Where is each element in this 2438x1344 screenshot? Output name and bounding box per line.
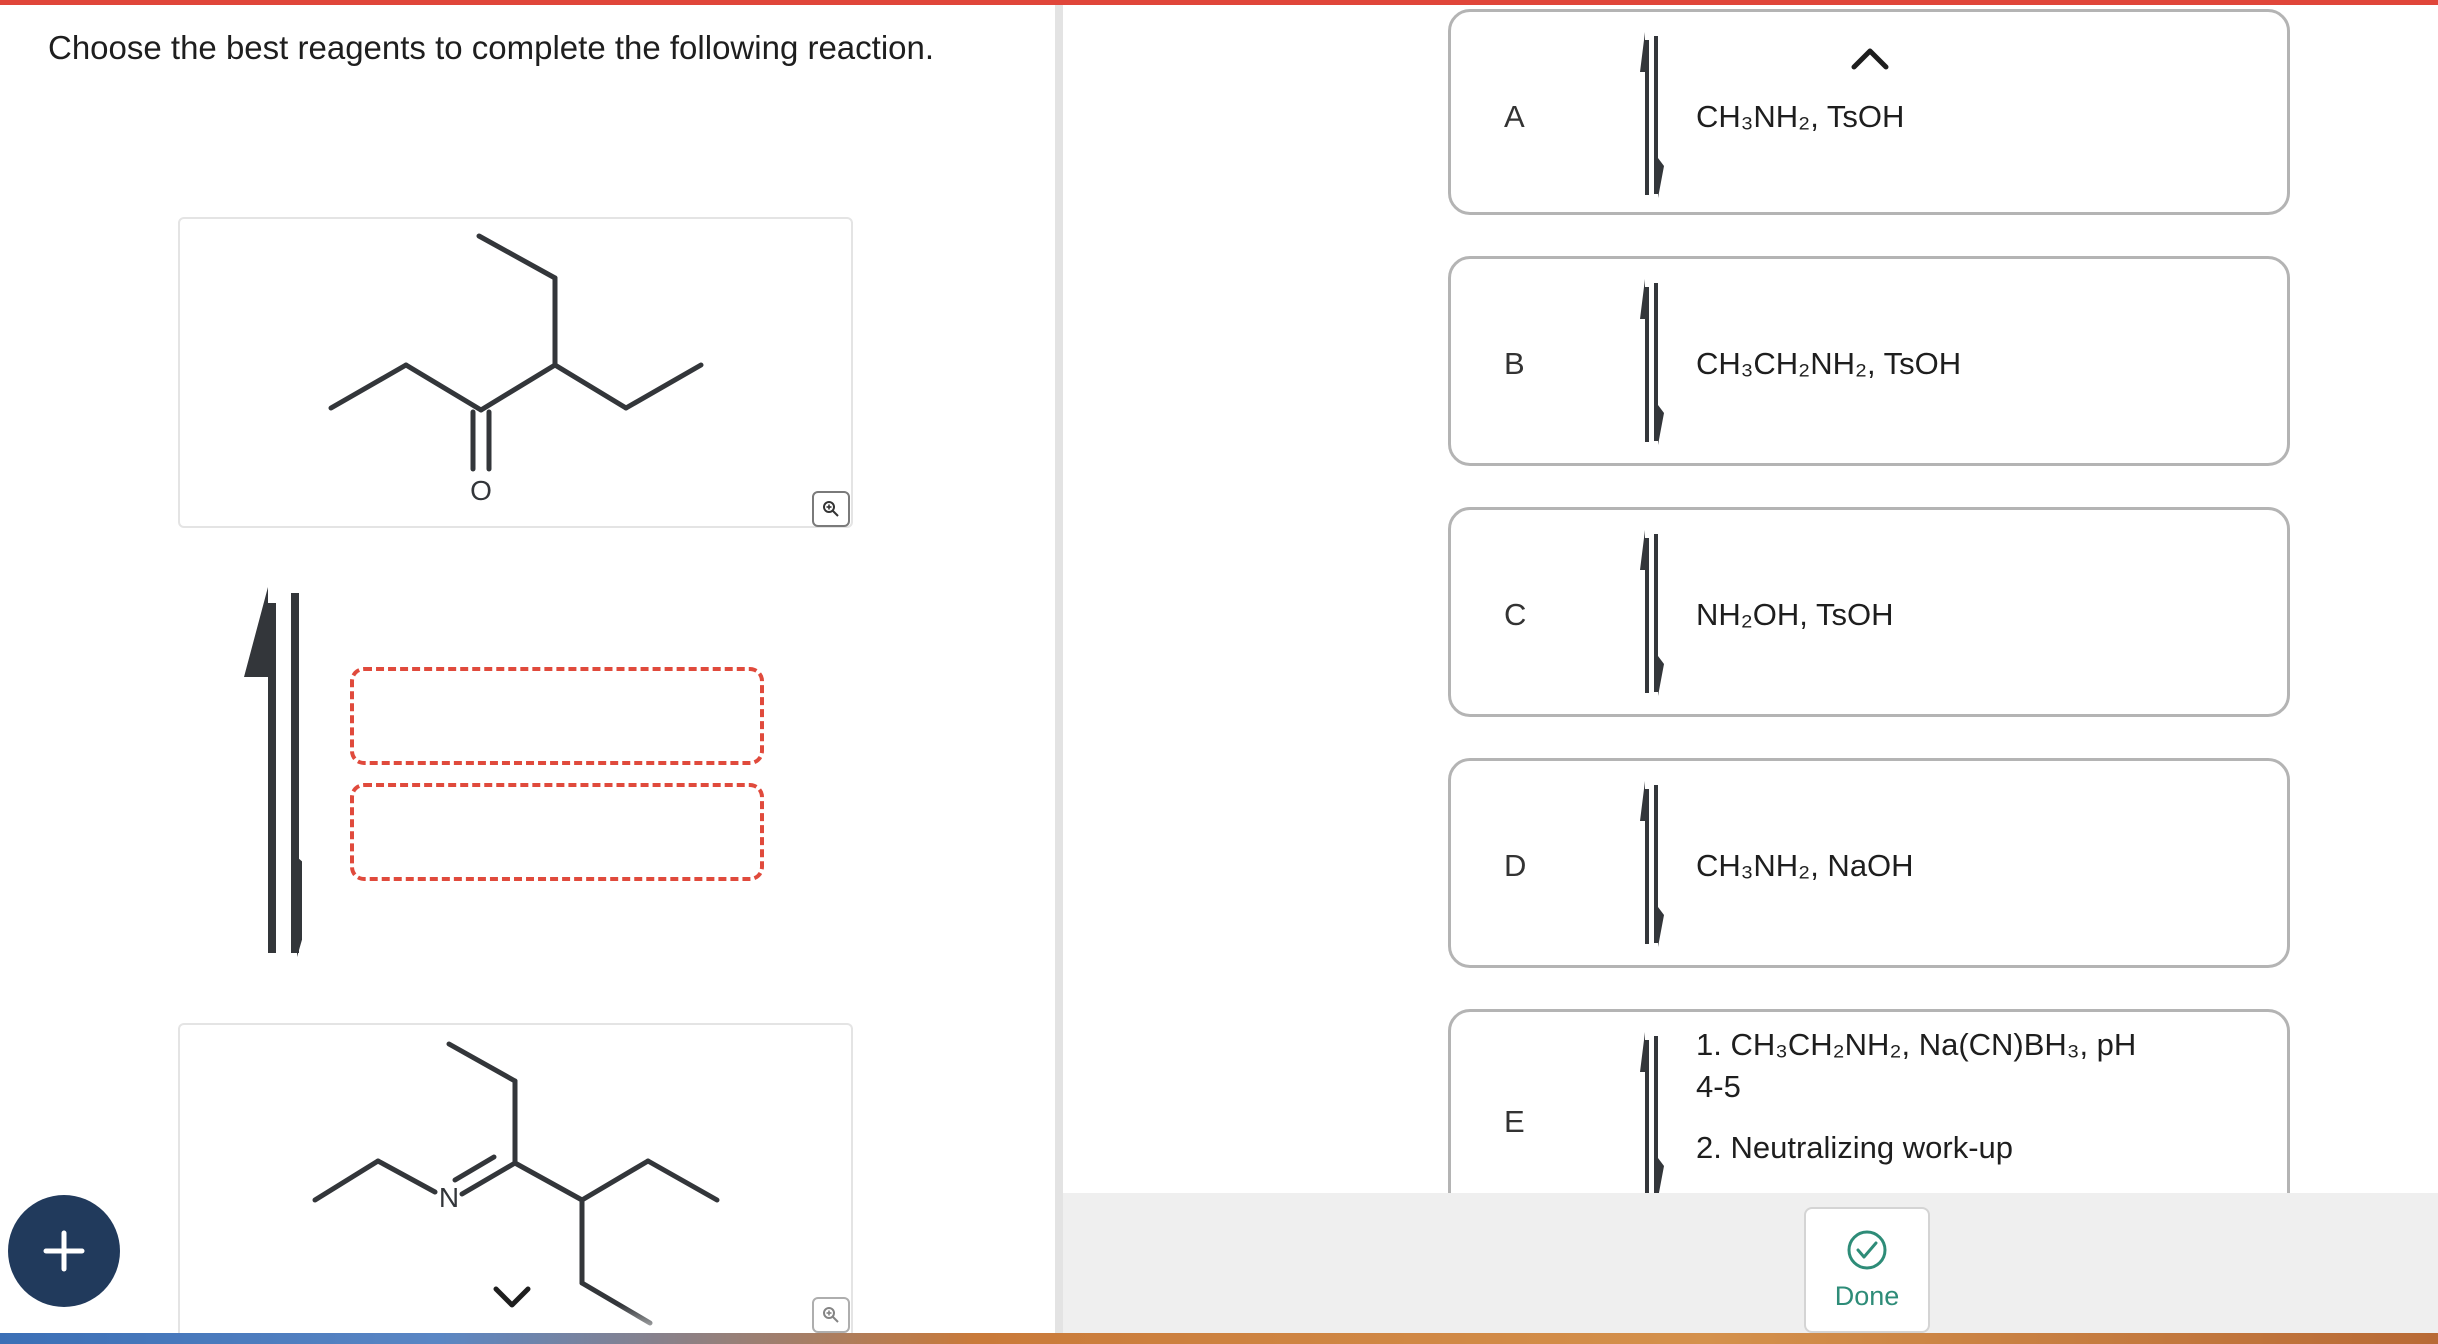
option-letter: B (1504, 346, 1525, 381)
option-reagent-line-2: 4-5 (1696, 1069, 1741, 1104)
pane-divider[interactable] (1055, 5, 1063, 1333)
starting-material-structure: O (178, 217, 853, 528)
equilibrium-arrow-icon (1640, 32, 1664, 198)
zoom-in-button[interactable] (812, 1297, 850, 1333)
equilibrium-arrow-icon (1640, 279, 1664, 445)
zoom-in-button[interactable] (812, 491, 850, 527)
option-letter: D (1504, 848, 1527, 883)
done-button[interactable]: Done (1804, 1207, 1930, 1333)
option-reagent-text: CH₃CH₂NH₂, TsOH (1696, 346, 1962, 381)
question-prompt: Choose the best reagents to complete the… (48, 29, 935, 66)
plus-icon (43, 1230, 85, 1272)
question-pane: Choose the best reagents to complete the… (0, 5, 1055, 1333)
option-b[interactable]: B CH₃CH₂NH₂, TsOH (1448, 256, 2290, 466)
equilibrium-arrow-icon (1640, 1032, 1664, 1198)
chevron-up-icon[interactable] (1848, 43, 1892, 73)
footer-bar: Done (1063, 1193, 2438, 1333)
equilibrium-arrow-icon (1640, 530, 1664, 696)
answer-options-pane: A CH₃NH₂, TsOH B CH₃CH₂NH₂, TsOH C NH₂OH… (1063, 5, 2438, 1333)
add-button[interactable] (8, 1195, 120, 1307)
option-letter: A (1504, 99, 1525, 134)
check-circle-icon (1847, 1230, 1887, 1269)
option-a[interactable]: A CH₃NH₂, TsOH (1448, 9, 2290, 215)
zoom-in-icon (823, 1307, 839, 1323)
equilibrium-arrow-icon (244, 587, 302, 957)
equilibrium-arrow-icon (1640, 781, 1664, 947)
option-letter: C (1504, 597, 1527, 632)
option-reagent-text: CH₃NH₂, NaOH (1696, 848, 1914, 883)
ketone-skeletal-structure: O (328, 233, 704, 506)
bottom-accent-bar (0, 1333, 2438, 1344)
option-letter: E (1504, 1104, 1525, 1139)
option-reagent-line-1: 1. CH₃CH₂NH₂, Na(CN)BH₃, pH (1696, 1027, 2137, 1062)
reagent-drop-slot-1[interactable] (350, 667, 764, 765)
oxygen-atom-label: O (470, 475, 492, 506)
chevron-down-icon[interactable] (490, 1283, 534, 1313)
option-c[interactable]: C NH₂OH, TsOH (1448, 507, 2290, 717)
option-d[interactable]: D CH₃NH₂, NaOH (1448, 758, 2290, 968)
nitrogen-atom-label: N (439, 1182, 459, 1213)
zoom-in-icon (823, 501, 839, 517)
option-reagent-line-3: 2. Neutralizing work-up (1696, 1130, 2014, 1165)
done-label: Done (1834, 1280, 1900, 1311)
option-reagent-text: CH₃NH₂, TsOH (1696, 99, 1905, 134)
option-reagent-text: NH₂OH, TsOH (1696, 597, 1894, 632)
reagent-drop-slot-2[interactable] (350, 783, 764, 881)
